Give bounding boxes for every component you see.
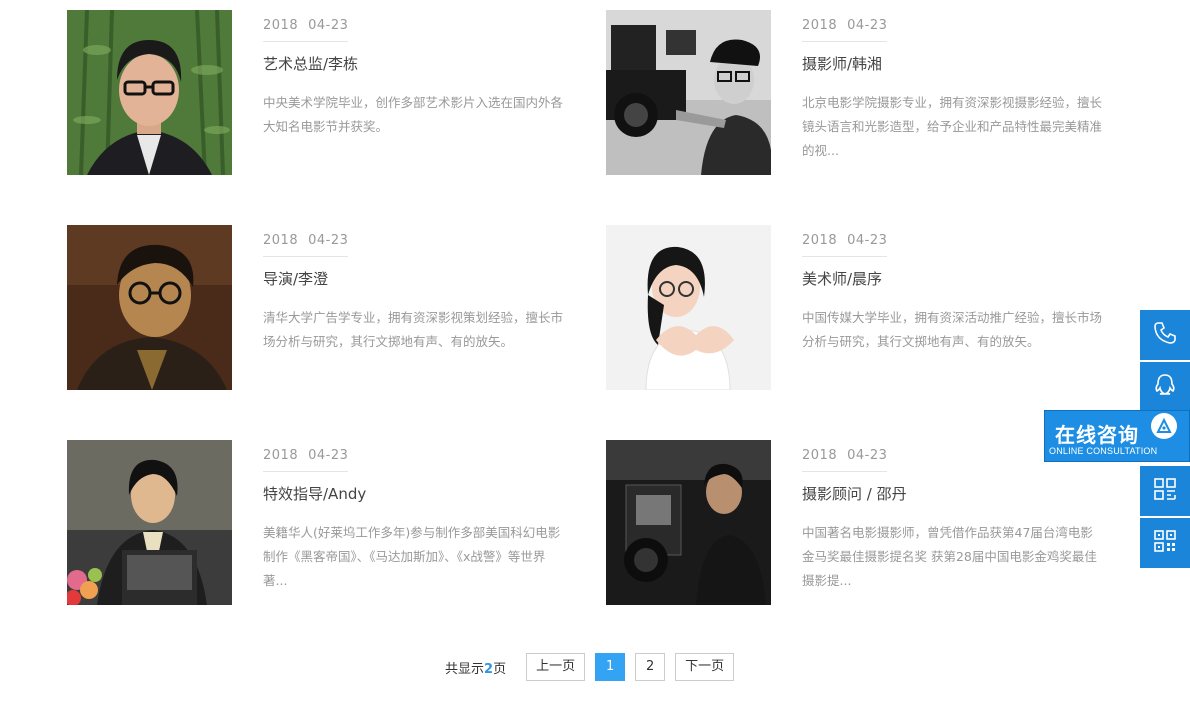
card-desc: 中国著名电影摄影师，曾凭借作品获第47届台湾电影金马奖最佳摄影提名奖 获第28届… <box>802 525 1097 588</box>
member-photo[interactable] <box>606 440 771 605</box>
card-desc: 美籍华人(好莱坞工作多年)参与制作多部美国科幻电影制作《黑客帝国》、《马达加斯加… <box>263 525 561 588</box>
member-photo[interactable] <box>67 440 232 605</box>
pagination: 共显示2页 上一页 1 2 下一页 <box>445 653 744 681</box>
phone-button[interactable] <box>1140 310 1190 360</box>
team-grid: 2018 04-23 艺术总监/李栋 中央美术学院毕业，创作多部艺术影片入选在国内… <box>0 0 1190 640</box>
mobile-qrcode-button[interactable] <box>1140 466 1190 516</box>
card-title[interactable]: 导演/李澄 <box>263 269 563 289</box>
qrcode-icon <box>1152 528 1178 558</box>
card-info: 2018 04-23 美术师/晨序 中国传媒大学毕业，拥有资深活动推广经验，擅长市… <box>802 225 1102 390</box>
card-date: 2018 04-23 <box>802 448 888 472</box>
card-title[interactable]: 艺术总监/李栋 <box>263 54 563 74</box>
online-consultation-button[interactable]: 在线咨询 ONLINE CONSULTATION <box>1044 410 1190 462</box>
consult-title: 在线咨询 <box>1055 423 1139 447</box>
card-info: 2018 04-23 导演/李澄 清华大学广告学专业，拥有资深影视策划经验，擅长市… <box>263 225 563 390</box>
team-card[interactable]: 2018 04-23 导演/李澄 清华大学广告学专业，拥有资深影视策划经验，擅长市… <box>67 225 567 390</box>
member-photo[interactable] <box>606 10 771 175</box>
phone-icon <box>1152 320 1178 350</box>
card-date: 2018 04-23 <box>263 448 349 472</box>
card-title[interactable]: 美术师/晨序 <box>802 269 1102 289</box>
qq-icon <box>1152 372 1178 402</box>
member-photo[interactable] <box>606 225 771 390</box>
team-card[interactable]: 2018 04-23 摄影师/韩湘 北京电影学院摄影专业，拥有资深影视摄影经验，擅… <box>606 10 1106 175</box>
card-desc: 中国传媒大学毕业，拥有资深活动推广经验，擅长市场分析与研究，其行文掷地有声、有的… <box>802 310 1103 349</box>
card-desc: 清华大学广告学专业，拥有资深影视策划经验，擅长市场分析与研究，其行文掷地有声、有… <box>263 310 564 349</box>
card-desc: 北京电影学院摄影专业，拥有资深影视摄影经验，擅长镜头语言和光影造型，给予企业和产… <box>802 95 1103 158</box>
member-photo[interactable] <box>67 10 232 175</box>
card-info: 2018 04-23 摄影顾问 / 邵丹 中国著名电影摄影师，曾凭借作品获第47届… <box>802 440 1102 605</box>
card-info: 2018 04-23 艺术总监/李栋 中央美术学院毕业，创作多部艺术影片入选在国内… <box>263 10 563 175</box>
card-info: 2018 04-23 特效指导/Andy 美籍华人(好莱坞工作多年)参与制作多部美… <box>263 440 563 605</box>
team-card[interactable]: 2018 04-23 艺术总监/李栋 中央美术学院毕业，创作多部艺术影片入选在国内… <box>67 10 567 175</box>
mobile-qrcode-icon <box>1152 476 1178 506</box>
chat-icon <box>1151 413 1177 439</box>
card-date: 2018 04-23 <box>802 233 888 257</box>
qq-button[interactable] <box>1140 362 1190 412</box>
prev-page-button[interactable]: 上一页 <box>526 653 586 681</box>
card-info: 2018 04-23 摄影师/韩湘 北京电影学院摄影专业，拥有资深影视摄影经验，擅… <box>802 10 1102 175</box>
page-total: 共显示2页 <box>445 661 507 677</box>
team-card[interactable]: 2018 04-23 摄影顾问 / 邵丹 中国著名电影摄影师，曾凭借作品获第47届… <box>606 440 1106 605</box>
card-date: 2018 04-23 <box>263 18 349 42</box>
card-title[interactable]: 特效指导/Andy <box>263 484 563 504</box>
page-button-1[interactable]: 1 <box>595 653 626 681</box>
card-date: 2018 04-23 <box>802 18 888 42</box>
consult-subtitle: ONLINE CONSULTATION <box>1049 446 1158 456</box>
card-date: 2018 04-23 <box>263 233 349 257</box>
page-button-2[interactable]: 2 <box>635 653 666 681</box>
team-card[interactable]: 2018 04-23 美术师/晨序 中国传媒大学毕业，拥有资深活动推广经验，擅长市… <box>606 225 1106 390</box>
next-page-button[interactable]: 下一页 <box>675 653 735 681</box>
team-card[interactable]: 2018 04-23 特效指导/Andy 美籍华人(好莱坞工作多年)参与制作多部美… <box>67 440 567 605</box>
member-photo[interactable] <box>67 225 232 390</box>
card-title[interactable]: 摄影顾问 / 邵丹 <box>802 484 1102 504</box>
card-desc: 中央美术学院毕业，创作多部艺术影片入选在国内外各大知名电影节并获奖。 <box>263 95 564 134</box>
qrcode-button[interactable] <box>1140 518 1190 568</box>
card-title[interactable]: 摄影师/韩湘 <box>802 54 1102 74</box>
